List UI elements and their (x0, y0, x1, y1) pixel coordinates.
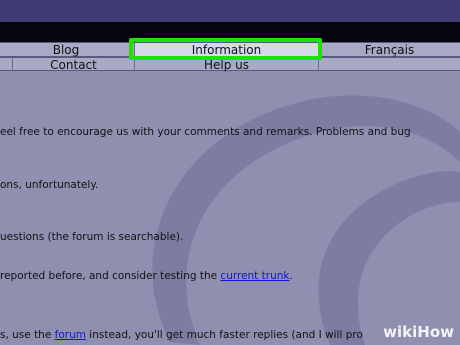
nav-cell-empty (318, 58, 460, 70)
browser-top-area (0, 0, 460, 42)
paragraph-text: reported before, and consider testing th… (0, 270, 221, 282)
nav-item-help-us-label: Help us (203, 58, 250, 72)
paragraph-text: . (289, 270, 293, 282)
nav-item-contact-label: Contact (50, 58, 97, 72)
nav-item-francais-label: Français (364, 43, 415, 57)
nav-item-blog[interactable]: Blog (0, 43, 132, 57)
paragraph-text: s, use the (0, 329, 55, 341)
paragraph-forum: s, use the forum instead, you'll get muc… (0, 329, 363, 342)
paragraph-encourage: eel free to encourage us with your comme… (0, 126, 411, 139)
nav-item-contact[interactable]: Contact (12, 58, 134, 72)
paragraph-reported: reported before, and consider testing th… (0, 270, 293, 283)
paragraph-unfortunately: ons, unfortunately. (0, 179, 98, 192)
nav-item-francais[interactable]: Français (318, 43, 460, 57)
page-content: Blog Information Français Contact Help u… (0, 42, 460, 345)
paragraph-text: eel free to encourage us with your comme… (0, 126, 411, 138)
background-swirl-graphic (152, 95, 460, 345)
nav-cell-empty (0, 58, 12, 70)
forum-link[interactable]: forum (55, 329, 86, 341)
highlight-box (129, 38, 322, 60)
paragraph-text: uestions (the forum is searchable). (0, 231, 184, 243)
nav-item-blog-label: Blog (52, 43, 80, 57)
wikihow-watermark: wikiHow (383, 323, 454, 341)
paragraph-questions: uestions (the forum is searchable). (0, 231, 183, 244)
current-trunk-link[interactable]: current trunk (220, 270, 289, 282)
paragraph-text: ons, unfortunately. (0, 179, 99, 191)
paragraph-text: instead, you'll get much faster replies … (85, 329, 363, 341)
